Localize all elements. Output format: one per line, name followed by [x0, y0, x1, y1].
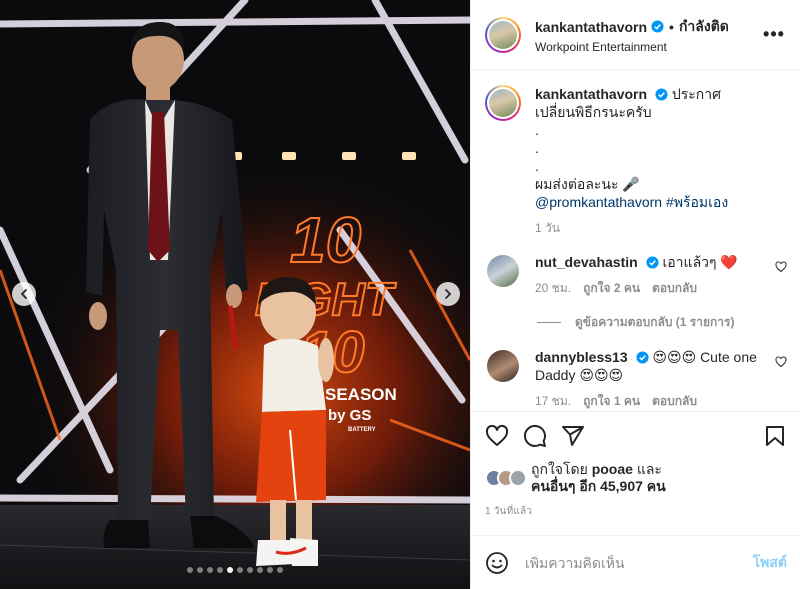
verified-badge-icon: [635, 351, 649, 364]
post-timestamp[interactable]: 1 วันที่แล้ว: [471, 504, 800, 519]
bookmark-icon[interactable]: [763, 424, 787, 448]
post-actions: ถูกใจโดย pooae และ คนอื่นๆ อีก 45,907 คน…: [471, 411, 800, 519]
replies-divider: [537, 322, 561, 323]
likes-connector: และ: [636, 461, 662, 477]
emoji-icon[interactable]: [485, 551, 509, 575]
verified-badge-icon: [651, 20, 664, 33]
comment-reply-button[interactable]: ตอบกลับ: [652, 392, 697, 410]
caption-dot: .: [535, 158, 539, 174]
carousel-dot: [257, 567, 263, 573]
heart-icon[interactable]: [775, 261, 787, 273]
stage-sign-sponsor: by GS: [328, 407, 371, 424]
verified-badge-icon: [655, 88, 668, 101]
post-dialog: 10 FIGHT 10 SEASON by GS BATTERY: [0, 0, 800, 589]
liker-username[interactable]: pooae: [592, 461, 633, 477]
follow-separator: •: [669, 18, 674, 35]
post-media[interactable]: 10 FIGHT 10 SEASON by GS BATTERY: [0, 0, 470, 589]
heart-icon[interactable]: [485, 424, 509, 448]
carousel-dot: [277, 567, 283, 573]
stage-sign-season: SEASON: [325, 385, 397, 404]
comment-likes[interactable]: ถูกใจ 2 คน: [583, 279, 640, 297]
comment-item: dannybless13 😍😍😍 Cute one Daddy 😍😍😍 17 ช…: [485, 348, 787, 410]
comment-icon[interactable]: [523, 424, 547, 448]
comment-likes[interactable]: ถูกใจ 1 คน: [583, 392, 640, 410]
heart-icon[interactable]: [775, 356, 787, 368]
carousel-dot: [227, 567, 233, 573]
caption-text-1: ประกาศ: [671, 86, 721, 102]
comment-username[interactable]: nut_devahastin: [535, 254, 638, 270]
stage-sign-number: 10: [290, 204, 361, 276]
share-icon[interactable]: [561, 424, 585, 448]
carousel-dot: [247, 567, 253, 573]
carousel-dot: [237, 567, 243, 573]
likes-prefix: ถูกใจโดย: [531, 461, 588, 477]
post-side-panel: kankantathavorn • กำลังติด Workpoint Ent…: [470, 0, 800, 589]
comment-username[interactable]: dannybless13: [535, 349, 628, 365]
add-comment-bar: โพสต์: [471, 535, 800, 589]
more-options-button[interactable]: •••: [762, 23, 786, 47]
caption-mention[interactable]: @promkantathavorn: [535, 194, 662, 210]
likes-summary: ถูกใจโดย pooae และ คนอื่นๆ อีก 45,907 คน: [471, 460, 800, 496]
comment-text: เอาแล้วๆ ❤️: [662, 254, 738, 270]
caption-username[interactable]: kankantathavorn: [535, 86, 647, 102]
author-avatar[interactable]: [485, 16, 521, 53]
view-replies-label: ดูข้อความตอบกลับ (1 รายการ): [575, 315, 735, 329]
caption-text-2: เปลี่ยนพิธีกรนะครับ: [535, 104, 652, 120]
chevron-left-icon: [20, 289, 27, 299]
caption-time[interactable]: 1 วัน: [535, 219, 560, 237]
comments-list[interactable]: kankantathavorn ประกาศ เปลี่ยนพิธีกรนะคร…: [471, 71, 800, 411]
carousel-dot: [207, 567, 213, 573]
comment-input[interactable]: [525, 554, 753, 571]
comment-reply-button[interactable]: ตอบกลับ: [652, 279, 697, 297]
following-button[interactable]: กำลังติด: [679, 16, 729, 38]
comment-item: nut_devahastin เอาแล้วๆ ❤️ 20 ชม. ถูกใจ …: [485, 253, 787, 297]
caption-hashtag[interactable]: #พร้อมเอง: [666, 194, 728, 210]
caption-text-3: ผมส่งต่อละนะ 🎤: [535, 176, 640, 192]
liker-avatar: [509, 469, 527, 487]
post-comment-button[interactable]: โพสต์: [753, 552, 787, 574]
next-photo-button[interactable]: [436, 282, 460, 306]
stage-sign-battery: BATTERY: [348, 427, 376, 433]
post-photo: 10 FIGHT 10 SEASON by GS BATTERY: [0, 0, 470, 589]
liker-avatars: [485, 469, 531, 487]
more-icon: •••: [763, 24, 785, 44]
caption: kankantathavorn ประกาศ เปลี่ยนพิธีกรนะคร…: [485, 85, 787, 237]
comment-time[interactable]: 20 ชม.: [535, 279, 571, 297]
author-username[interactable]: kankantathavorn: [535, 19, 647, 35]
post-header: kankantathavorn • กำลังติด Workpoint Ent…: [471, 0, 800, 70]
likes-count-button[interactable]: คนอื่นๆ อีก 45,907 คน: [531, 478, 666, 494]
caption-dot: .: [535, 140, 539, 156]
post-location[interactable]: Workpoint Entertainment: [535, 40, 762, 54]
carousel-dot: [187, 567, 193, 573]
carousel-dot: [267, 567, 273, 573]
comment-time[interactable]: 17 ชม.: [535, 392, 571, 410]
carousel-dot: [197, 567, 203, 573]
view-replies-button[interactable]: ดูข้อความตอบกลับ (1 รายการ): [537, 313, 787, 332]
carousel-dot: [217, 567, 223, 573]
caption-dot: .: [535, 122, 539, 138]
commenter-avatar[interactable]: [487, 350, 519, 382]
carousel-indicator: [0, 567, 470, 573]
caption-avatar[interactable]: [485, 85, 521, 121]
commenter-avatar[interactable]: [487, 255, 519, 287]
verified-badge-icon: [646, 256, 659, 269]
chevron-right-icon: [445, 289, 452, 299]
previous-photo-button[interactable]: [12, 282, 36, 306]
